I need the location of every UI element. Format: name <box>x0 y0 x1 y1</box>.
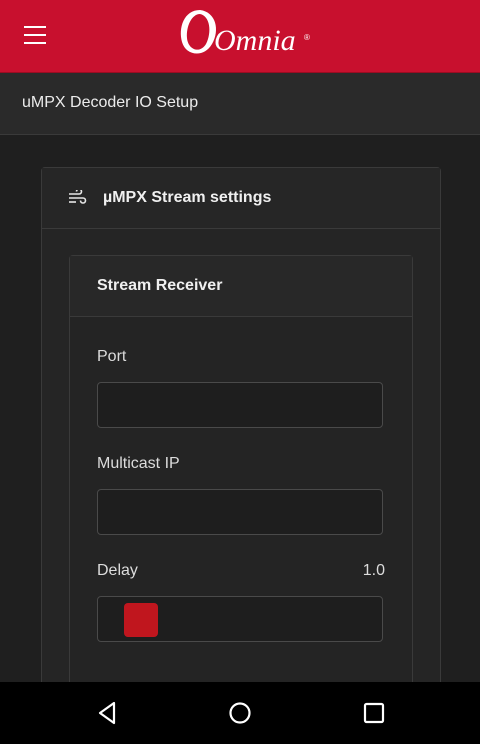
delay-slider[interactable] <box>97 596 383 642</box>
delay-value: 1.0 <box>362 562 385 579</box>
multicast-ip-input[interactable] <box>97 489 383 535</box>
hamburger-menu-icon[interactable] <box>24 26 46 46</box>
home-circle-icon[interactable] <box>223 696 257 730</box>
multicast-ip-label: Multicast IP <box>97 455 180 472</box>
port-label: Port <box>97 348 127 365</box>
main-content[interactable]: µMPX Stream settings Stream Receiver Por… <box>0 135 480 682</box>
back-triangle-icon[interactable] <box>90 696 124 730</box>
stream-settings-header[interactable]: µMPX Stream settings <box>42 168 440 229</box>
port-input[interactable] <box>97 382 383 428</box>
page-title-bar: uMPX Decoder IO Setup <box>0 73 480 135</box>
app-header: Omnia ® <box>0 0 480 73</box>
android-nav-bar <box>0 682 480 744</box>
stream-receiver-title: Stream Receiver <box>97 277 223 294</box>
stream-receiver-header: Stream Receiver <box>70 256 412 317</box>
registered-mark: ® <box>304 33 310 42</box>
omnia-logo: Omnia ® <box>180 10 310 57</box>
stream-wind-icon <box>69 190 87 204</box>
delay-slider-thumb[interactable] <box>124 603 158 637</box>
page-title: uMPX Decoder IO Setup <box>22 94 199 111</box>
stream-settings-card: µMPX Stream settings Stream Receiver Por… <box>41 167 441 682</box>
delay-label: Delay <box>97 562 138 579</box>
logo-wordmark: Omnia <box>214 24 296 57</box>
recents-square-icon[interactable] <box>357 696 391 730</box>
stream-settings-title: µMPX Stream settings <box>103 189 272 206</box>
stream-receiver-panel: Stream Receiver Port Multicast IP Delay … <box>69 255 413 682</box>
